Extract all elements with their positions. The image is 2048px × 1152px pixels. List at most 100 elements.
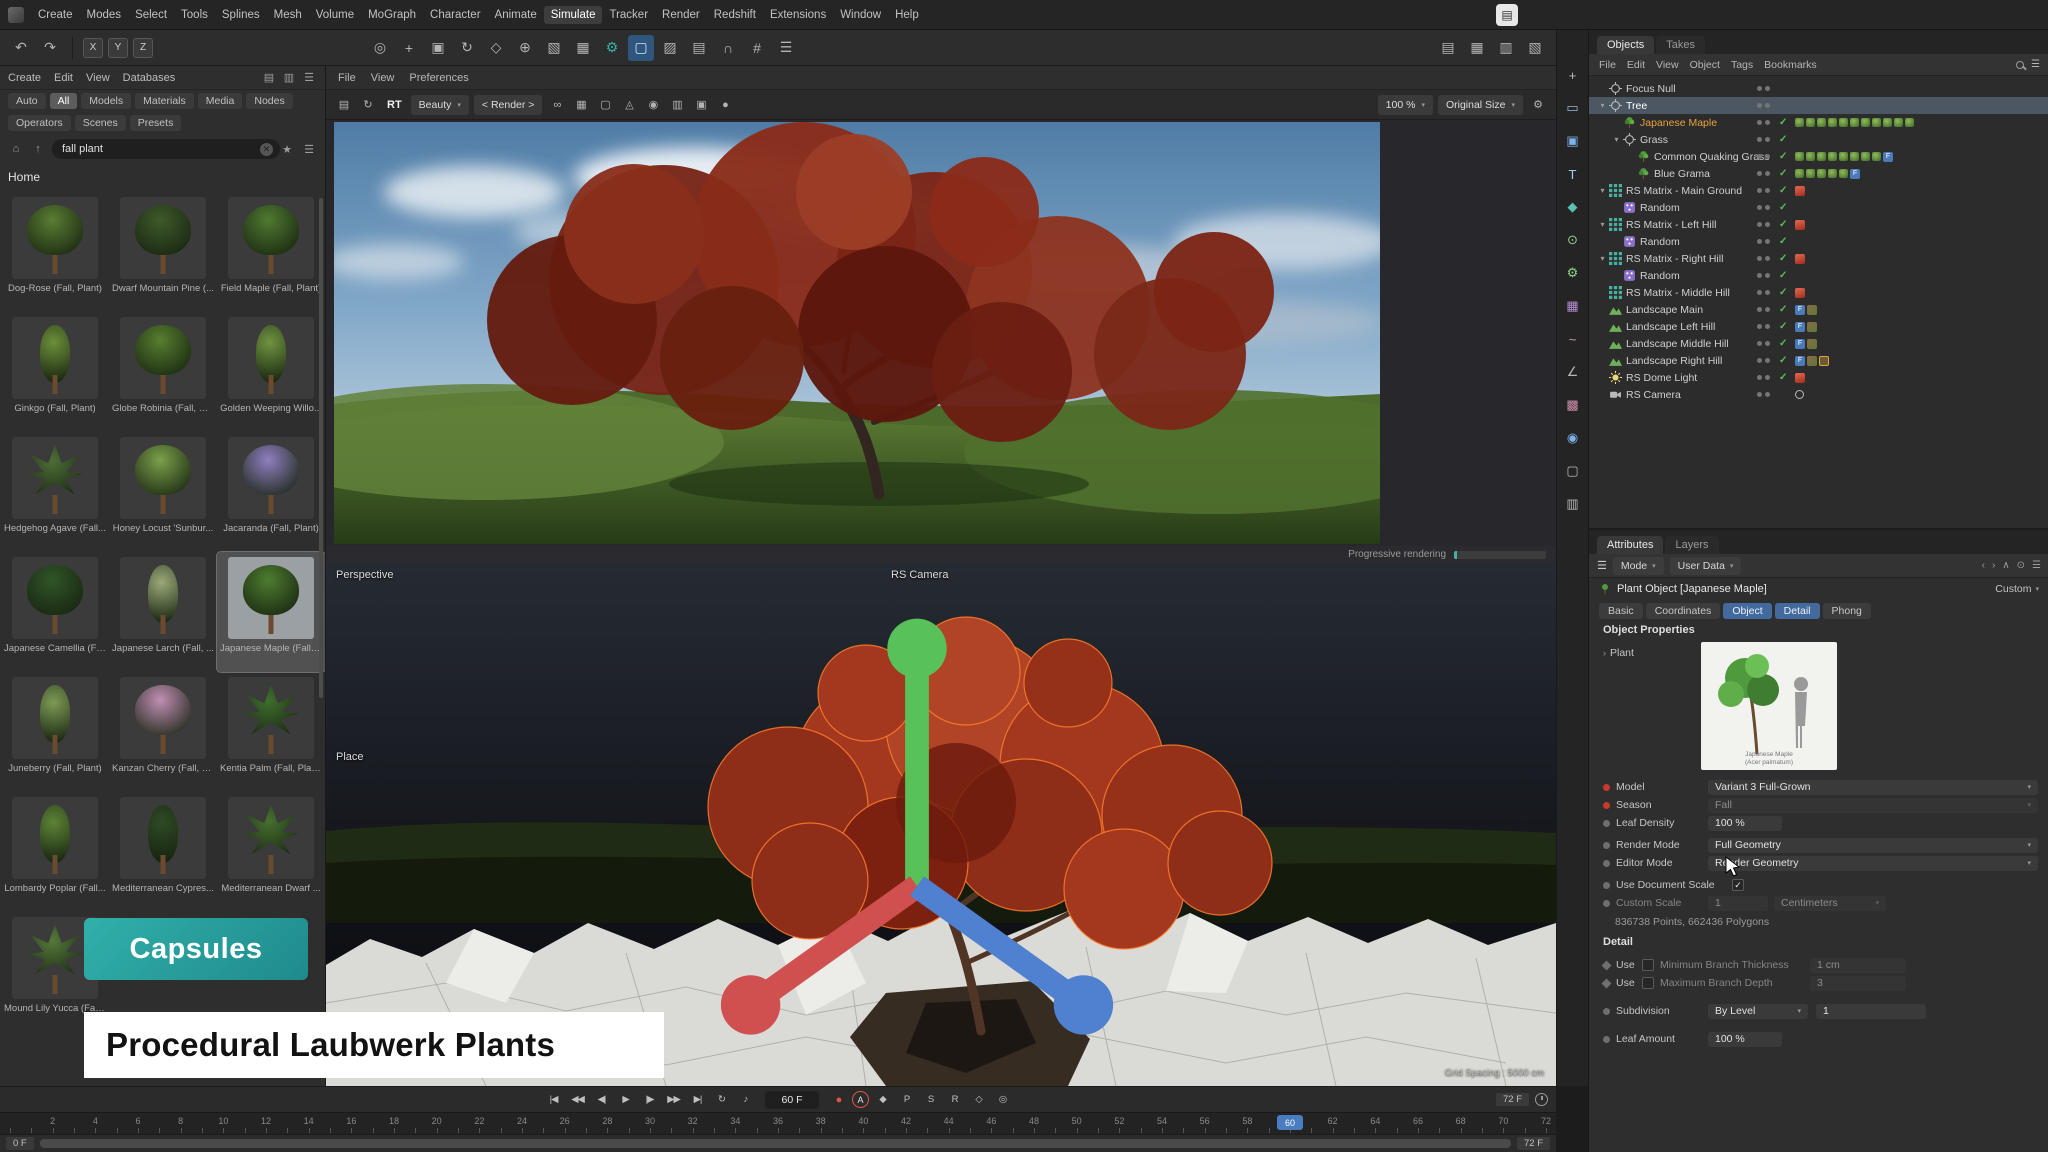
enabled-check-icon[interactable]: ✓ xyxy=(1779,134,1787,145)
render-visibility-dot[interactable] xyxy=(1765,103,1770,108)
material-chip-icon[interactable] xyxy=(1806,152,1815,161)
render-pass-dropdown[interactable]: Beauty▾ xyxy=(411,95,469,115)
om-menu-bookmarks[interactable]: Bookmarks xyxy=(1764,59,1817,71)
om-menu-view[interactable]: View xyxy=(1656,59,1679,71)
text-icon[interactable]: T xyxy=(1562,163,1584,185)
filter-scenes[interactable]: Scenes xyxy=(75,115,126,131)
app-logo-icon[interactable] xyxy=(8,7,24,23)
zoom-dropdown[interactable]: 100 %▾ xyxy=(1378,95,1433,115)
range-start-field[interactable]: 0 F xyxy=(6,1137,34,1150)
tab-objects[interactable]: Objects xyxy=(1597,36,1654,54)
render-visibility-dot[interactable] xyxy=(1765,86,1770,91)
attr-tab-coordinates[interactable]: Coordinates xyxy=(1646,603,1721,619)
expander-icon[interactable]: ▾ xyxy=(1597,101,1608,110)
attr-tab-detail[interactable]: Detail xyxy=(1775,603,1820,619)
visibility-dots[interactable] xyxy=(1757,205,1770,210)
material-chip-icon[interactable] xyxy=(1861,152,1870,161)
filter-operators[interactable]: Operators xyxy=(8,115,71,131)
filter-media[interactable]: Media xyxy=(198,93,243,109)
object-row[interactable]: Focus Null xyxy=(1589,80,2048,97)
render-visibility-dot[interactable] xyxy=(1765,290,1770,295)
editor-visibility-dot[interactable] xyxy=(1757,239,1762,244)
keyframe-dot[interactable] xyxy=(1603,1036,1610,1043)
material-chip-icon[interactable] xyxy=(1905,118,1914,127)
asset-item[interactable]: Ginkgo (Fall, Plant) xyxy=(1,312,109,432)
render-visibility-dot[interactable] xyxy=(1765,137,1770,142)
loop-mode-button[interactable]: ↻ xyxy=(711,1090,732,1110)
render-history-icon[interactable]: ▤ xyxy=(334,95,354,115)
breadcrumb[interactable]: Home xyxy=(0,164,325,190)
undo-icon[interactable]: ↶ xyxy=(8,35,34,61)
bookmark-icon[interactable]: ★ xyxy=(279,141,295,157)
season-dropdown[interactable]: Fall▾ xyxy=(1708,798,2038,813)
material-chip-icon[interactable] xyxy=(1850,152,1859,161)
material-chip-icon[interactable] xyxy=(1817,169,1826,178)
keyframe-diamond[interactable] xyxy=(1602,978,1612,988)
render-visibility-dot[interactable] xyxy=(1765,358,1770,363)
coordinate-system-icon[interactable]: ⊕ xyxy=(512,35,538,61)
visibility-dots[interactable] xyxy=(1757,324,1770,329)
interface-toggle-icon[interactable]: ▧ xyxy=(1522,35,1548,61)
material-chip-icon[interactable] xyxy=(1806,118,1815,127)
object-row[interactable]: Landscape Right Hill✓F xyxy=(1589,352,2048,369)
asset-item[interactable]: Jacaranda (Fall, Plant) xyxy=(217,432,325,552)
visibility-dots[interactable] xyxy=(1757,86,1770,91)
object-row[interactable]: ▾Tree xyxy=(1589,97,2048,114)
keyframe-selection-button[interactable]: ◆ xyxy=(872,1090,893,1110)
previous-key-button[interactable]: ◀◀ xyxy=(567,1090,588,1110)
texture-tag-icon[interactable] xyxy=(1807,322,1817,332)
live-selection-icon[interactable]: ◎ xyxy=(367,35,393,61)
editor-visibility-dot[interactable] xyxy=(1757,290,1762,295)
material-chip-icon[interactable] xyxy=(1872,152,1881,161)
range-scrollbar[interactable] xyxy=(40,1139,1511,1148)
protection-tag-icon[interactable] xyxy=(1795,390,1804,399)
current-frame-field[interactable]: 60 F xyxy=(765,1091,819,1109)
go-to-end-button[interactable]: ▶| xyxy=(687,1090,708,1110)
leaf-density-field[interactable]: 100 % xyxy=(1708,816,1782,831)
enabled-check-icon[interactable]: ✓ xyxy=(1779,372,1787,383)
render-visibility-dot[interactable] xyxy=(1765,307,1770,312)
editor-visibility-dot[interactable] xyxy=(1757,154,1762,159)
render-settings-icon[interactable]: ⚙ xyxy=(599,35,625,61)
expander-icon[interactable]: ▾ xyxy=(1597,254,1608,263)
tab-takes[interactable]: Takes xyxy=(1656,36,1705,54)
perspective-viewport[interactable]: Perspective RS Camera Place Grid Spacing… xyxy=(326,563,1556,1086)
visibility-dots[interactable] xyxy=(1757,137,1770,142)
render-visibility-dot[interactable] xyxy=(1765,222,1770,227)
search-menu-icon[interactable]: ☰ xyxy=(301,141,317,157)
object-row[interactable]: ▾RS Matrix - Left Hill✓ xyxy=(1589,216,2048,233)
record-position-button[interactable]: P xyxy=(896,1090,917,1110)
ipr-menu-view[interactable]: View xyxy=(371,72,395,84)
ab-compare-icon[interactable]: ▥ xyxy=(667,95,687,115)
render-visibility-dot[interactable] xyxy=(1765,120,1770,125)
custom-scale-field[interactable]: 1 xyxy=(1708,896,1768,911)
editor-visibility-dot[interactable] xyxy=(1757,307,1762,312)
object-row[interactable]: RS Dome Light✓ xyxy=(1589,369,2048,386)
render-visibility-dot[interactable] xyxy=(1765,273,1770,278)
cube-icon[interactable]: ▣ xyxy=(1562,130,1584,152)
rt-toggle[interactable]: RT xyxy=(383,99,406,111)
material-chip-icon[interactable] xyxy=(1828,152,1837,161)
editor-visibility-dot[interactable] xyxy=(1757,375,1762,380)
material-chip-icon[interactable] xyxy=(1839,169,1848,178)
rotate-tool-icon[interactable]: ↻ xyxy=(454,35,480,61)
back-arrow-icon[interactable]: ‹ xyxy=(1982,560,1985,571)
platonic-icon[interactable]: ◆ xyxy=(1562,196,1584,218)
up-folder-icon[interactable]: ↑ xyxy=(30,141,46,157)
use-document-scale-checkbox[interactable]: ✓ xyxy=(1732,879,1744,891)
render-visibility-dot[interactable] xyxy=(1765,154,1770,159)
expander-icon[interactable]: ▾ xyxy=(1597,186,1608,195)
editor-visibility-dot[interactable] xyxy=(1757,273,1762,278)
menu-animate[interactable]: Animate xyxy=(488,6,544,24)
keyframe-dot[interactable] xyxy=(1603,860,1610,867)
next-frame-button[interactable]: |▶ xyxy=(639,1090,660,1110)
asset-item[interactable]: Kanzan Cherry (Fall, Pl... xyxy=(109,672,217,792)
material-chip-icon[interactable] xyxy=(1817,152,1826,161)
redshift-tag-icon[interactable] xyxy=(1795,288,1805,298)
editor-visibility-dot[interactable] xyxy=(1757,324,1762,329)
visibility-dots[interactable] xyxy=(1757,239,1770,244)
modeling-settings-icon[interactable]: ☰ xyxy=(773,35,799,61)
expander-icon[interactable]: ▾ xyxy=(1597,220,1608,229)
attr-tab-basic[interactable]: Basic xyxy=(1599,603,1643,619)
keyframe-dot[interactable] xyxy=(1603,802,1610,809)
